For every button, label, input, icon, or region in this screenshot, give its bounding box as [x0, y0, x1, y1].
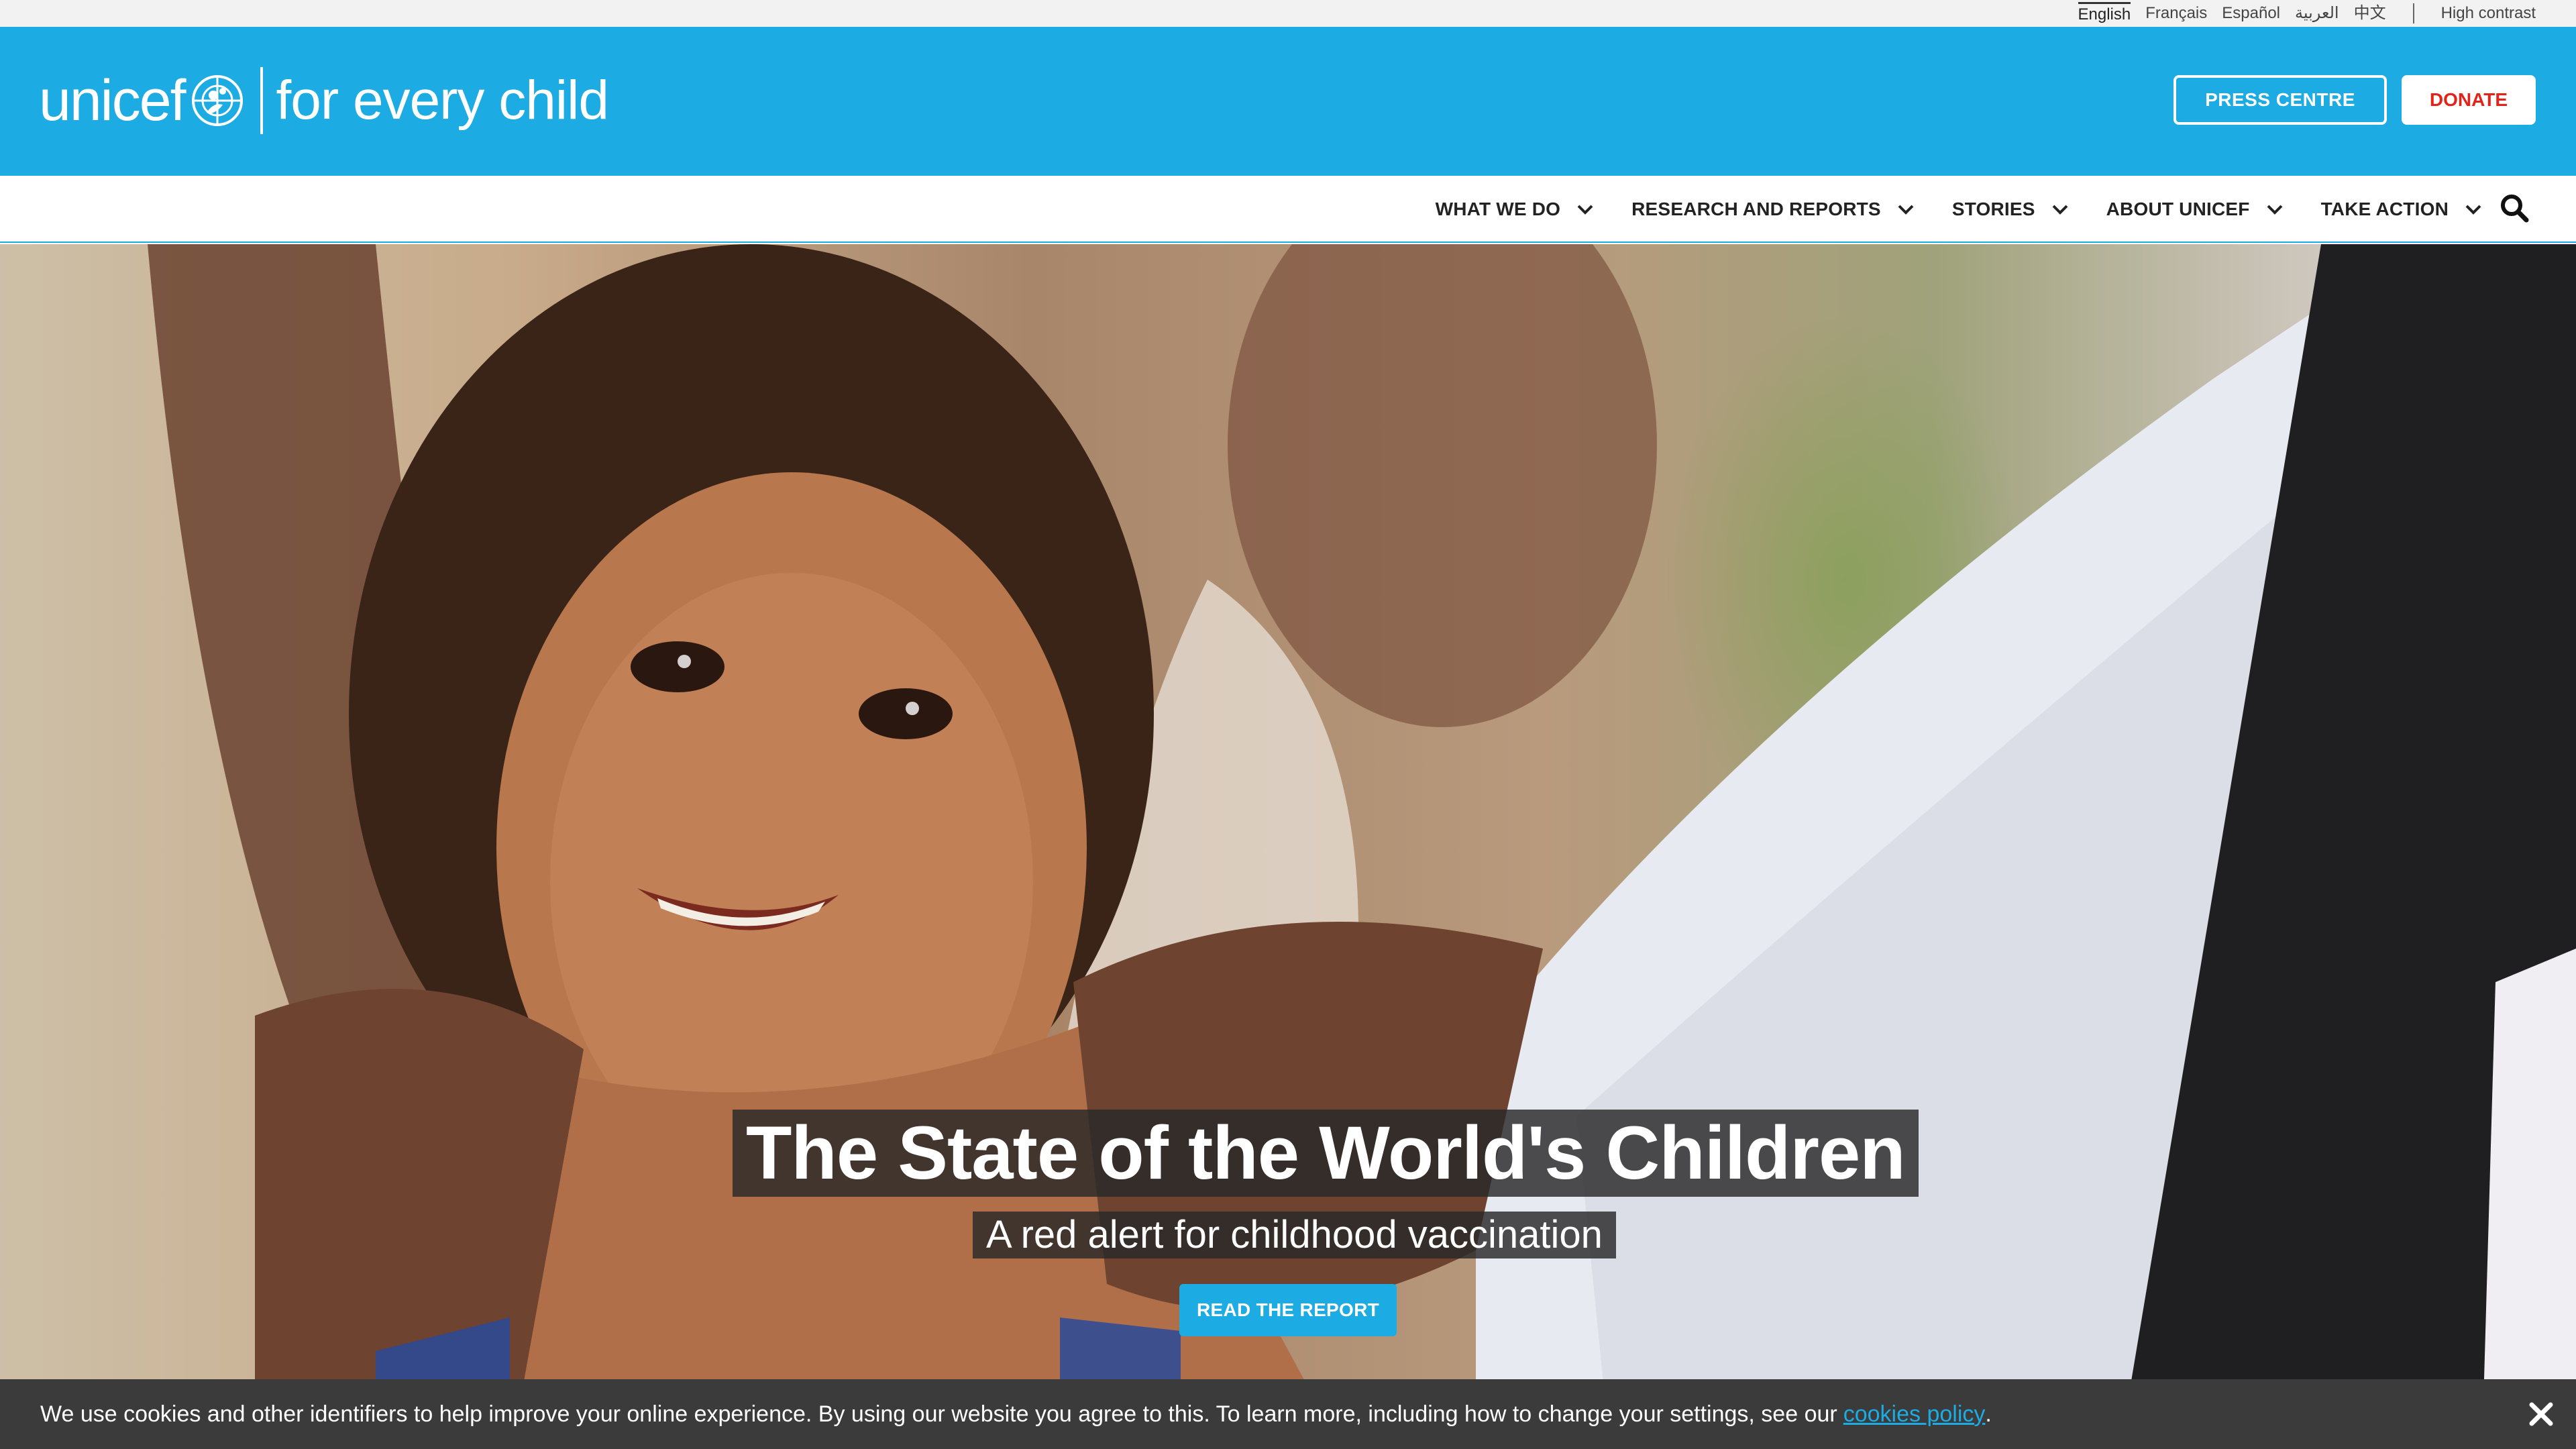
- nav-item-what-we-do[interactable]: WHAT WE DO: [1436, 199, 1595, 220]
- language-french[interactable]: Français: [2145, 3, 2207, 24]
- hero-photo: [148, 244, 2576, 1449]
- nav-item-stories[interactable]: STORIES: [1952, 199, 2069, 220]
- search-icon[interactable]: [2500, 193, 2529, 223]
- logo-divider: [260, 67, 263, 134]
- nav-item-about-unicef[interactable]: ABOUT UNICEF: [2106, 199, 2284, 220]
- nav-item-label: RESEARCH AND REPORTS: [1631, 199, 1881, 219]
- hero-title: The State of the World's Children: [733, 1110, 1919, 1197]
- nav-item-research-and-reports[interactable]: RESEARCH AND REPORTS: [1631, 199, 1915, 220]
- language-arabic[interactable]: العربية: [2295, 3, 2339, 24]
- cookie-text-suffix: .: [1985, 1401, 1992, 1427]
- unicef-emblem-icon: [191, 75, 243, 126]
- read-the-report-button[interactable]: READ THE REPORT: [1179, 1284, 1397, 1336]
- cookie-text: We use cookies and other identifiers to …: [40, 1401, 1837, 1427]
- chevron-down-icon: [2052, 205, 2068, 215]
- chevron-down-icon: [1898, 205, 1914, 215]
- unicef-logo[interactable]: unicef for every child: [39, 66, 609, 136]
- nav-item-label: TAKE ACTION: [2320, 199, 2449, 219]
- donate-button[interactable]: DONATE: [2402, 75, 2536, 125]
- chevron-down-icon: [2465, 205, 2481, 215]
- page: English Français Español العربية 中文 High…: [0, 0, 2576, 1449]
- chevron-down-icon: [2267, 205, 2282, 215]
- hero-subtitle: A red alert for childhood vaccination: [973, 1212, 1616, 1258]
- logo-tagline: for every child: [276, 70, 609, 131]
- language-chinese[interactable]: 中文: [2354, 3, 2386, 24]
- high-contrast-toggle[interactable]: High contrast: [2441, 3, 2536, 24]
- nav-item-label: ABOUT UNICEF: [2106, 199, 2250, 219]
- utility-divider: [2412, 3, 2414, 23]
- nav-item-take-action[interactable]: TAKE ACTION: [2321, 199, 2482, 220]
- hero-banner: The State of the World's Children A red …: [0, 244, 2576, 1449]
- language-spanish[interactable]: Español: [2222, 3, 2280, 24]
- cookies-policy-link[interactable]: cookies policy: [1843, 1401, 1986, 1428]
- press-centre-button[interactable]: PRESS CENTRE: [2174, 75, 2387, 125]
- language-english[interactable]: English: [2078, 1, 2131, 25]
- nav-item-label: STORIES: [1951, 199, 2035, 219]
- main-nav: WHAT WE DO RESEARCH AND REPORTS STORIES …: [0, 176, 2576, 243]
- nav-item-label: WHAT WE DO: [1435, 199, 1561, 219]
- utility-bar: English Français Español العربية 中文 High…: [0, 0, 2576, 27]
- cookie-banner: We use cookies and other identifiers to …: [0, 1379, 2576, 1449]
- logo-wordmark: unicef: [39, 68, 186, 133]
- chevron-down-icon: [1577, 205, 1593, 215]
- site-header: unicef for every child PRESS CENTRE DONA…: [0, 27, 2576, 176]
- close-icon[interactable]: [2526, 1399, 2556, 1429]
